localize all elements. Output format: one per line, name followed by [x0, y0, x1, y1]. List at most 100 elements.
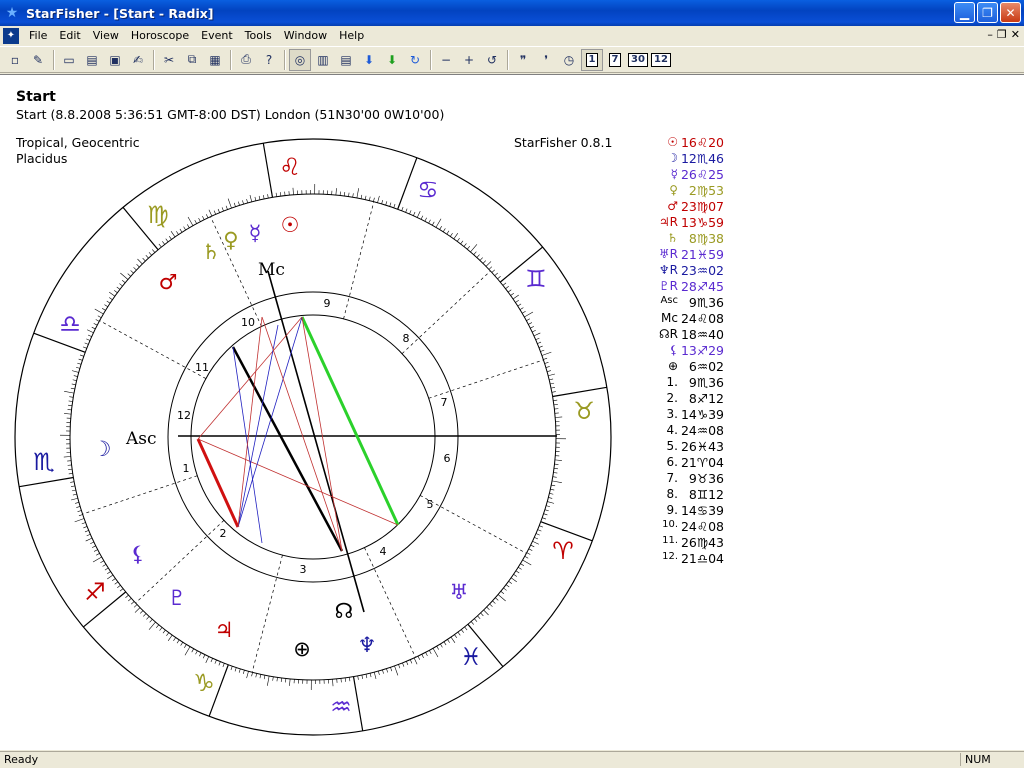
menu-help[interactable]: Help [333, 26, 370, 45]
degree-tick [421, 654, 424, 658]
degree-tick [486, 606, 490, 611]
restore-button[interactable]: ❐ [977, 2, 998, 23]
degree-tick [107, 571, 111, 574]
zoom-out-icon[interactable]: − [435, 49, 457, 71]
close-button[interactable]: ✕ [1000, 2, 1021, 23]
position-row: 7. 9♉36 [650, 471, 770, 487]
degree-tick [202, 216, 205, 220]
degree-tick [143, 613, 147, 617]
sign-aries-icon: ♈ [552, 537, 574, 565]
degree-tick [249, 194, 253, 202]
step-back-icon[interactable]: ❞ [512, 49, 534, 71]
menu-file[interactable]: File [23, 26, 53, 45]
aspect-line [197, 438, 399, 526]
degree-tick [447, 639, 450, 643]
degree-tick [479, 257, 483, 261]
degree-tick [183, 226, 186, 231]
degree-tick [450, 636, 456, 643]
degree-tick [180, 642, 184, 646]
sign-pisces-icon: ♓ [460, 643, 482, 671]
degree-tick [522, 559, 532, 566]
new-event-icon[interactable]: ✎ [27, 49, 49, 71]
toolbar: ▫ ✎ ▭ ▤ ▣ ✍ ✂ ⧉ ▦ ⎙ ? ◎ ▥ ▤ ⬇ ⬇ ↻ − + ↺ … [0, 46, 1024, 73]
position-value: 2♍53 [688, 183, 724, 198]
copy-icon[interactable]: ⧉ [181, 49, 203, 71]
cut-icon[interactable]: ✂ [158, 49, 180, 71]
horoscope-wheel[interactable]: Asc Mc ♌ ♋ ♊ ♉ ♈ ♓ ♒ ♑ ♐ ♏ ♎ ♍ ☉ ☿ ♀ ♄ ♂… [0, 75, 660, 751]
clock-icon[interactable]: ◷ [558, 49, 580, 71]
mdi-restore-icon[interactable]: ❐ [997, 28, 1007, 41]
print-icon[interactable]: ⎙ [235, 49, 257, 71]
degree-tick [242, 200, 244, 205]
degree-tick [464, 626, 468, 631]
menu-window[interactable]: Window [278, 26, 333, 45]
degree-tick [352, 193, 354, 198]
position-row: ☊R 18♒40 [650, 327, 770, 343]
degree-tick [84, 530, 89, 533]
chart-table-icon[interactable]: ▥ [312, 49, 334, 71]
degree-tick [267, 675, 270, 686]
planet-sun-icon: ☉ [281, 213, 300, 237]
menu-view[interactable]: View [87, 26, 125, 45]
degree-tick [289, 678, 291, 686]
arrow-down-green-icon[interactable]: ⬇ [381, 49, 403, 71]
arrow-down-blue-icon[interactable]: ⬇ [358, 49, 380, 71]
degree-tick [548, 497, 553, 499]
mdi-minimize-icon[interactable]: – [987, 28, 993, 41]
new-chart-icon[interactable]: ▫ [4, 49, 26, 71]
step-year-button[interactable]: 12 [650, 49, 672, 71]
degree-tick [87, 329, 94, 334]
edit-icon[interactable]: ✍ [127, 49, 149, 71]
step-icon[interactable]: ❜ [535, 49, 557, 71]
chart-view[interactable]: Start Start (8.8.2008 5:36:51 GMT-8:00 D… [0, 74, 1024, 750]
degree-tick [405, 208, 408, 213]
house-number: 3 [300, 563, 307, 576]
help-icon[interactable]: ? [258, 49, 280, 71]
degree-tick [473, 251, 477, 255]
degree-tick [505, 584, 510, 588]
degree-tick [377, 195, 380, 203]
degree-tick [373, 197, 375, 202]
degree-tick [213, 210, 216, 215]
paste-icon[interactable]: ▦ [204, 49, 226, 71]
degree-tick [439, 226, 442, 230]
degree-tick [133, 604, 138, 608]
degree-tick [221, 207, 224, 212]
starfisher-app-icon[interactable]: ★ [4, 5, 20, 21]
open-folder-icon[interactable]: ▤ [81, 49, 103, 71]
degree-tick [111, 578, 116, 582]
degree-tick [381, 199, 384, 204]
degree-tick [87, 334, 92, 337]
position-row: ⚸ 13♐29 [650, 343, 770, 359]
degree-tick [139, 610, 144, 614]
degree-tick [505, 286, 509, 289]
north-node-icon: ☊ [335, 599, 354, 623]
menu-tools[interactable]: Tools [239, 26, 278, 45]
minimize-button[interactable]: ▁ [954, 2, 975, 23]
menu-horoscope[interactable]: Horoscope [125, 26, 195, 45]
refresh-icon[interactable]: ↻ [404, 49, 426, 71]
mdi-close-icon[interactable]: ✕ [1011, 28, 1020, 41]
radix-wheel-icon[interactable]: ◎ [289, 48, 311, 71]
document-icon[interactable]: ✦ [3, 27, 19, 44]
position-row: ♆R 23♒02 [650, 263, 770, 279]
step-week-button[interactable]: 7 [604, 49, 626, 71]
step-month-button[interactable]: 30 [627, 49, 649, 71]
degree-tick [234, 667, 237, 672]
degree-tick [553, 399, 558, 401]
new-file-icon[interactable]: ▭ [58, 49, 80, 71]
menu-edit[interactable]: Edit [53, 26, 86, 45]
report-icon[interactable]: ▤ [335, 49, 357, 71]
step-day-button[interactable]: 1 [581, 48, 603, 71]
position-symbol: ⊕ [667, 359, 678, 373]
menu-bar: ✦ File Edit View Horoscope Event Tools W… [0, 26, 1024, 45]
undo-icon[interactable]: ↺ [481, 49, 503, 71]
degree-tick [349, 677, 351, 682]
zoom-in-icon[interactable]: + [458, 49, 480, 71]
degree-tick [254, 196, 257, 201]
position-symbol: ☿ [670, 167, 678, 181]
degree-tick [497, 594, 506, 602]
menu-event[interactable]: Event [195, 26, 239, 45]
save-icon[interactable]: ▣ [104, 49, 126, 71]
degree-tick [551, 484, 556, 487]
